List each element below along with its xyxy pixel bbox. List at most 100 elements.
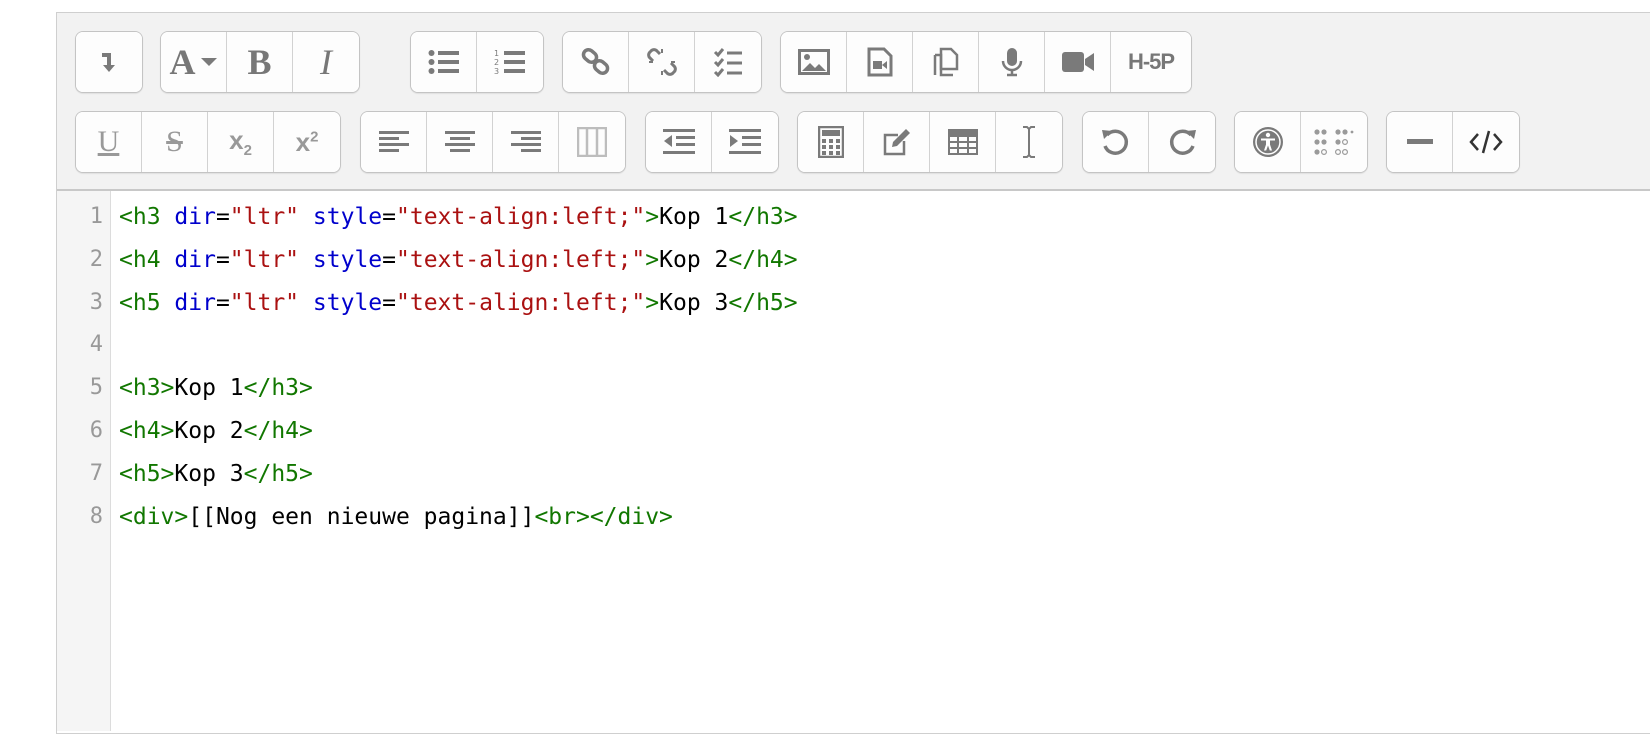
h5p-button[interactable]: H-5P: [1111, 32, 1191, 92]
ordered-list-button[interactable]: 123: [477, 32, 543, 92]
manage-files-button[interactable]: [913, 32, 979, 92]
unlink-icon: [646, 48, 677, 76]
equation-button[interactable]: [798, 112, 864, 172]
code-token-txt: Kop 1: [174, 375, 244, 402]
code-token-tag: </h5>: [243, 460, 313, 487]
subscript-button[interactable]: x2: [208, 112, 274, 172]
code-token-tag: >: [645, 289, 660, 316]
code-token-tag: >: [645, 246, 660, 273]
outdent-icon: [662, 129, 695, 154]
line-number: 7: [89, 460, 103, 486]
link-button[interactable]: [563, 32, 629, 92]
code-token-txt: =: [215, 204, 230, 230]
outdent-button[interactable]: [646, 112, 712, 172]
code-token-txt: Kop 3: [174, 460, 244, 487]
clear-formatting-button[interactable]: [996, 112, 1062, 172]
numbered-list-icon: 123: [494, 49, 525, 76]
insert-image-button[interactable]: [781, 32, 847, 92]
video-camera-icon: [1061, 52, 1094, 72]
text-editor: A B I 123 H-5P U S x2 x2 1 <h3 dir="ltr"…: [56, 12, 1650, 734]
align-center-icon: [444, 131, 475, 152]
bold-button[interactable]: B: [227, 32, 293, 92]
italic-button[interactable]: I: [293, 32, 359, 92]
code-token-txt: =: [215, 289, 230, 316]
code-line[interactable]: 7 <h5>Kop 3</h5>: [57, 453, 1650, 496]
code-token-tag: <h3>: [119, 375, 175, 402]
font-style-button[interactable]: A: [161, 32, 227, 92]
code-token-txt: =: [215, 246, 230, 273]
code-line[interactable]: 3 <h5 dir="ltr" style="text-align:left;">…: [57, 282, 1650, 325]
code-token-tag: <br></div>: [534, 503, 673, 530]
font-icon: A: [169, 42, 196, 82]
toolbar-group-text-format: U S x2 x2: [75, 111, 341, 173]
superscript-button[interactable]: x2: [274, 112, 340, 172]
code-line[interactable]: 8 <div>[[Nog een nieuwe pagina]]<br></div…: [57, 496, 1650, 539]
indent-icon: [729, 129, 761, 154]
record-video-button[interactable]: [1045, 32, 1111, 92]
columns-icon: [577, 127, 607, 157]
code-token-attr: dir: [174, 246, 216, 273]
manage-links-button[interactable]: [695, 32, 761, 92]
code-line[interactable]: 2 <h4 dir="ltr" style="text-align:left;">…: [57, 239, 1650, 282]
code-icon: [1469, 130, 1503, 154]
insert-media-button[interactable]: [847, 32, 913, 92]
code-token-tag: <div>: [119, 503, 189, 530]
toolbar-group-indent: [645, 111, 779, 173]
screenreader-helper-button[interactable]: [1301, 112, 1367, 172]
editor-toolbar: A B I 123 H-5P U S x2 x2: [57, 13, 1650, 191]
code-token-tag: <h3: [119, 204, 175, 230]
accessibility-icon: [1252, 127, 1283, 157]
underline-icon: U: [97, 125, 120, 158]
line-number: 3: [89, 289, 103, 315]
columns-button[interactable]: [559, 112, 625, 172]
align-right-button[interactable]: [493, 112, 559, 172]
h5p-icon: H-5P: [1127, 49, 1175, 74]
braille-icon: [1314, 129, 1354, 155]
horizontal-rule-button[interactable]: [1387, 112, 1453, 172]
code-line[interactable]: 4: [57, 324, 1650, 367]
code-text: <h4>Kop 2</h4>: [119, 410, 313, 453]
table-button[interactable]: [930, 112, 996, 172]
code-editor-area[interactable]: 1 <h3 dir="ltr" style="text-align:left;">…: [57, 196, 1650, 538]
toolbar-group-links: [562, 31, 762, 93]
strikethrough-button[interactable]: S: [142, 112, 208, 172]
code-token-tag: </h3>: [243, 375, 313, 402]
undo-icon: [1101, 129, 1128, 155]
align-center-button[interactable]: [427, 112, 493, 172]
toolbar-group-history: [1082, 111, 1216, 173]
code-token-txt: =: [382, 289, 397, 316]
html-source-button[interactable]: [1453, 112, 1519, 172]
code-line[interactable]: 1 <h3 dir="ltr" style="text-align:left;">…: [57, 196, 1650, 239]
undo-button[interactable]: [1083, 112, 1149, 172]
line-number: 6: [89, 417, 103, 443]
code-token-tag: </h4>: [728, 246, 798, 273]
code-token-str: "text-align:left;": [396, 204, 646, 230]
special-character-button[interactable]: [864, 112, 930, 172]
unlink-button[interactable]: [629, 32, 695, 92]
code-token-attr: style: [312, 246, 383, 273]
image-icon: [797, 49, 830, 75]
redo-button[interactable]: [1149, 112, 1215, 172]
redo-icon: [1169, 129, 1196, 155]
italic-icon: I: [320, 42, 332, 82]
code-token-tag: </h4>: [243, 417, 313, 444]
align-left-icon: [378, 131, 409, 152]
collapse-toolbar-button[interactable]: [76, 32, 142, 92]
record-audio-button[interactable]: [979, 32, 1045, 92]
bold-icon: B: [247, 42, 272, 82]
unordered-list-button[interactable]: [411, 32, 477, 92]
indent-button[interactable]: [712, 112, 778, 172]
code-line[interactable]: 5 <h3>Kop 1</h3>: [57, 367, 1650, 410]
code-line[interactable]: 6 <h4>Kop 2</h4>: [57, 410, 1650, 453]
toolbar-group-collapse: [75, 31, 143, 93]
calculator-icon: [817, 126, 844, 158]
minus-icon: [1406, 139, 1433, 144]
code-token-attr: dir: [174, 204, 216, 230]
underline-button[interactable]: U: [76, 112, 142, 172]
toolbar-group-align: [360, 111, 626, 173]
accessibility-checker-button[interactable]: [1235, 112, 1301, 172]
chevron-down-icon: [200, 58, 217, 66]
align-left-button[interactable]: [361, 112, 427, 172]
